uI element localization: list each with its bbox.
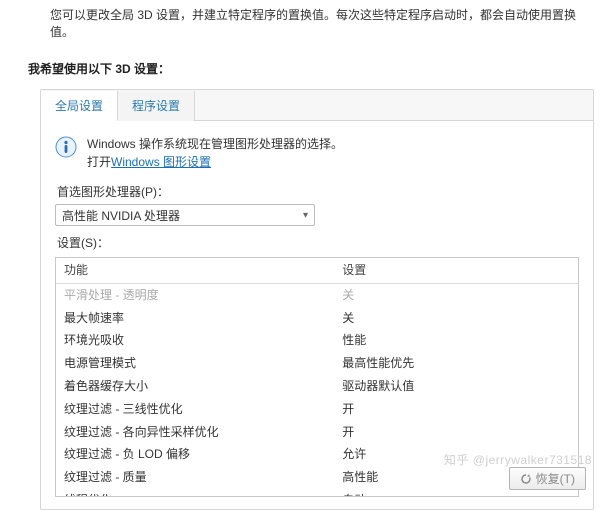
footer: 恢复(T) — [509, 467, 586, 490]
row-feature: 纹理过滤 - 负 LOD 偏移 — [64, 446, 342, 463]
chevron-down-icon: ▾ — [303, 210, 308, 221]
preferred-gpu-label: 首选图形处理器(P)： — [57, 183, 577, 200]
section-heading: 我希望使用以下 3D 设置： — [0, 54, 604, 89]
row-value: 关 — [342, 310, 570, 327]
restore-button[interactable]: 恢复(T) — [509, 467, 586, 490]
info-text: Windows 操作系统现在管理图形处理器的选择。 打开Windows 图形设置 — [87, 135, 343, 171]
table-row[interactable]: 纹理过滤 - 三线性优化开 — [56, 398, 578, 421]
row-value: 最高性能优先 — [342, 355, 570, 372]
settings-table-header: 功能 设置 — [56, 258, 578, 284]
row-feature: 最大帧速率 — [64, 310, 342, 327]
info-line1: Windows 操作系统现在管理图形处理器的选择。 — [87, 135, 343, 153]
table-row[interactable]: 着色器缓存大小驱动器默认值 — [56, 375, 578, 398]
table-row[interactable]: 纹理过滤 - 质量高性能 — [56, 466, 578, 489]
watermark: 知乎 @jerrywalker731518 — [444, 451, 592, 468]
row-value: 开 — [342, 401, 570, 418]
col-feature: 功能 — [64, 262, 342, 279]
windows-graphics-settings-link[interactable]: Windows 图形设置 — [111, 155, 211, 169]
row-feature: 电源管理模式 — [64, 355, 342, 372]
row-feature: 纹理过滤 - 三线性优化 — [64, 401, 342, 418]
table-row[interactable]: 电源管理模式最高性能优先 — [56, 352, 578, 375]
settings-label: 设置(S)： — [57, 234, 577, 251]
table-row[interactable]: 最大帧速率关 — [56, 307, 578, 330]
info-row: Windows 操作系统现在管理图形处理器的选择。 打开Windows 图形设置 — [55, 135, 579, 171]
table-row[interactable]: 环境光吸收性能 — [56, 329, 578, 352]
col-value: 设置 — [342, 262, 570, 279]
preferred-gpu-select[interactable]: 高性能 NVIDIA 处理器 ▾ — [55, 204, 315, 226]
row-feature: 平滑处理 - 透明度 — [64, 287, 342, 304]
table-row[interactable]: 纹理过滤 - 各向异性采样优化开 — [56, 421, 578, 444]
row-feature: 着色器缓存大小 — [64, 378, 342, 395]
table-row[interactable]: 线程优化自动 — [56, 489, 578, 497]
row-value: 开 — [342, 424, 570, 441]
row-feature: 纹理过滤 - 质量 — [64, 469, 342, 486]
settings-panel: 全局设置 程序设置 Windows 操作系统现在管理图形处理器的选择。 打开Wi… — [40, 89, 594, 510]
restore-icon — [520, 473, 532, 485]
row-value: 自动 — [342, 492, 570, 497]
row-feature: 环境光吸收 — [64, 332, 342, 349]
table-row[interactable]: 平滑处理 - 透明度关 — [56, 284, 578, 307]
info-icon — [55, 136, 77, 161]
preferred-gpu-value: 高性能 NVIDIA 处理器 — [62, 207, 180, 224]
row-value: 关 — [342, 287, 570, 304]
tab-program[interactable]: 程序设置 — [118, 91, 195, 121]
info-link-prefix: 打开 — [87, 155, 111, 169]
intro-text: 您可以更改全局 3D 设置，并建立特定程序的置换值。每次这些特定程序启动时，都会… — [0, 0, 604, 54]
row-value: 驱动器默认值 — [342, 378, 570, 395]
tab-global[interactable]: 全局设置 — [41, 91, 118, 121]
row-value: 性能 — [342, 332, 570, 349]
tabs: 全局设置 程序设置 — [41, 90, 593, 121]
restore-button-label: 恢复(T) — [536, 470, 575, 487]
row-feature: 纹理过滤 - 各向异性采样优化 — [64, 424, 342, 441]
row-feature: 线程优化 — [64, 492, 342, 497]
